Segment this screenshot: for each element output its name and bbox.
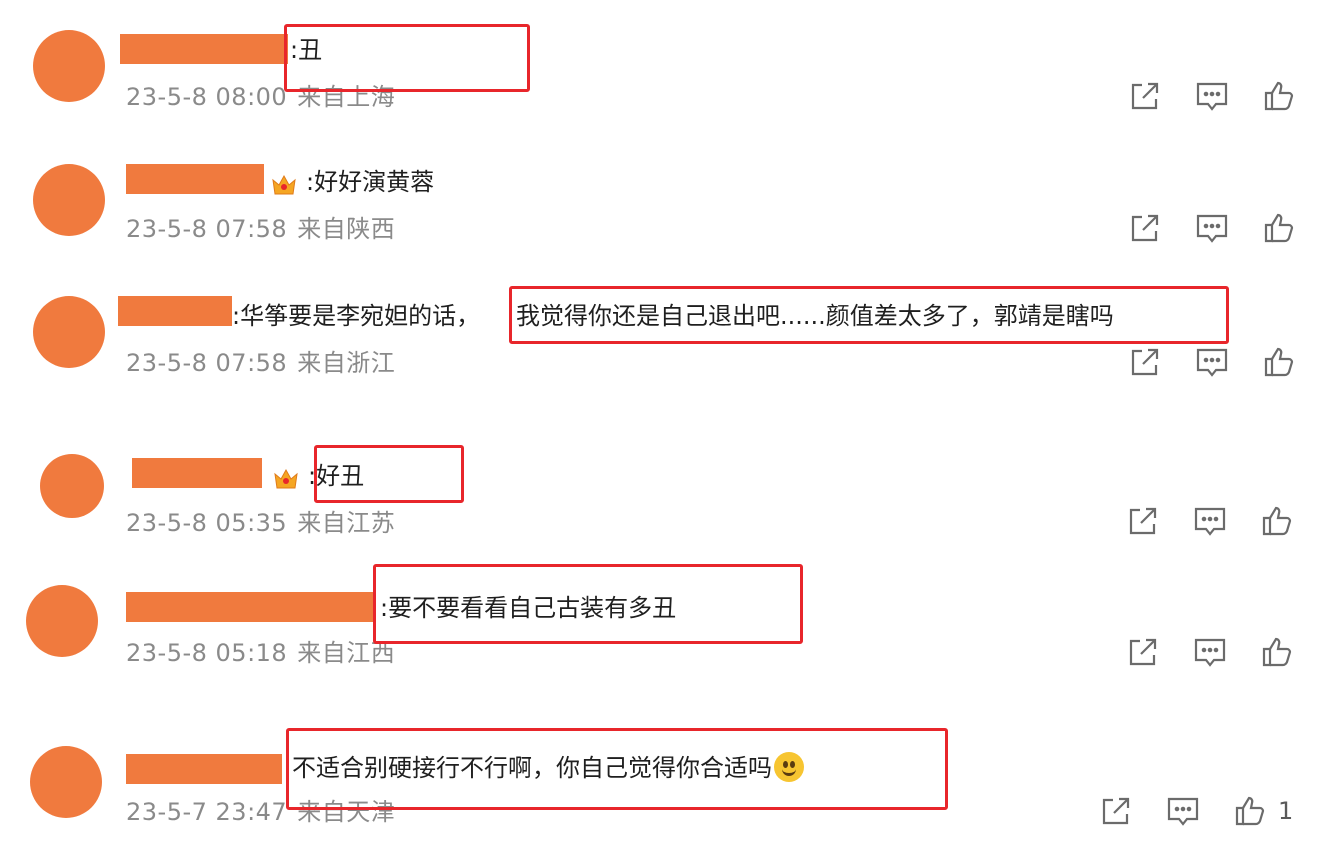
share-icon xyxy=(1131,214,1159,242)
comment-text: :好好演黄蓉 xyxy=(306,168,435,196)
thumbs-up-icon xyxy=(1262,637,1292,667)
comment-item: :要不要看看自己古装有多丑 23-5-8 05:18 来自江西 xyxy=(0,550,1332,700)
comment-time: 23-5-8 05:18 xyxy=(126,639,288,667)
comment-text: 不适合别硬接行不行啊，你自己觉得你合适吗 xyxy=(292,752,804,784)
reply-button[interactable] xyxy=(1166,794,1200,828)
avatar[interactable] xyxy=(33,296,105,368)
like-button[interactable] xyxy=(1233,794,1267,828)
comment-location: 来自上海 xyxy=(297,83,396,111)
comment-time: 23-5-8 05:35 xyxy=(126,509,288,537)
like-button[interactable] xyxy=(1260,504,1294,538)
username-redacted[interactable] xyxy=(118,296,232,326)
share-icon xyxy=(1131,82,1159,110)
share-button[interactable] xyxy=(1128,79,1162,113)
avatar[interactable] xyxy=(33,30,105,102)
comment-time: 23-5-8 07:58 xyxy=(126,215,288,243)
smile-emoji-icon xyxy=(774,752,804,782)
username-redacted[interactable] xyxy=(126,754,282,784)
comment-icon xyxy=(1167,797,1199,826)
crown-badge-icon xyxy=(274,468,298,489)
thumbs-up-icon xyxy=(1264,81,1294,111)
like-button[interactable] xyxy=(1262,345,1296,379)
comment-text: :要不要看看自己古装有多丑 xyxy=(380,594,677,622)
comment-meta: 23-5-8 07:58 来自浙江 xyxy=(126,348,395,378)
username-redacted[interactable] xyxy=(126,164,264,194)
share-button[interactable] xyxy=(1128,345,1162,379)
share-icon xyxy=(1129,507,1157,535)
reply-button[interactable] xyxy=(1195,79,1229,113)
comment-icon xyxy=(1194,507,1226,536)
thumbs-up-icon xyxy=(1264,347,1294,377)
like-count: 1 xyxy=(1278,797,1294,825)
comment-icon xyxy=(1194,638,1226,667)
comment-meta: 23-5-8 05:18 来自江西 xyxy=(126,638,395,668)
comment-location: 来自江苏 xyxy=(297,509,396,537)
thumbs-up-icon xyxy=(1262,506,1292,536)
username-redacted[interactable] xyxy=(120,34,288,64)
reply-button[interactable] xyxy=(1195,345,1229,379)
avatar[interactable] xyxy=(40,454,104,518)
comment-meta: 23-5-8 05:35 来自江苏 xyxy=(126,508,395,538)
comment-time: 23-5-8 08:00 xyxy=(126,83,288,111)
avatar[interactable] xyxy=(30,746,102,818)
avatar[interactable] xyxy=(26,585,98,657)
comment-location: 来自浙江 xyxy=(297,349,396,377)
thumbs-up-icon xyxy=(1235,796,1265,826)
comment-item: :丑 23-5-8 08:00 来自上海 xyxy=(0,0,1332,130)
comment-time: 23-5-7 23:47 xyxy=(126,798,288,826)
avatar[interactable] xyxy=(33,164,105,236)
comment-item: :好丑 23-5-8 05:35 来自江苏 xyxy=(0,410,1332,550)
share-button[interactable] xyxy=(1126,504,1160,538)
comment-time: 23-5-8 07:58 xyxy=(126,349,288,377)
thumbs-up-icon xyxy=(1264,213,1294,243)
comment-text-body: 不适合别硬接行不行啊，你自己觉得你合适吗 xyxy=(292,754,772,782)
reply-button[interactable] xyxy=(1193,504,1227,538)
username-redacted[interactable] xyxy=(126,592,376,622)
like-button[interactable] xyxy=(1262,211,1296,245)
crown-badge-icon xyxy=(272,174,296,195)
comment-icon xyxy=(1196,82,1228,111)
share-icon xyxy=(1102,797,1130,825)
comment-meta: 23-5-8 07:58 来自陕西 xyxy=(126,214,395,244)
username-redacted[interactable] xyxy=(132,458,262,488)
comment-text: :丑 xyxy=(290,36,323,64)
comment-item: :好好演黄蓉 23-5-8 07:58 来自陕西 xyxy=(0,130,1332,260)
share-button[interactable] xyxy=(1099,794,1133,828)
share-icon xyxy=(1129,638,1157,666)
share-button[interactable] xyxy=(1128,211,1162,245)
comment-text: 我觉得你还是自己退出吧......颜值差太多了，郭靖是瞎吗 xyxy=(516,302,1114,330)
comment-location: 来自天津 xyxy=(297,798,396,826)
share-button[interactable] xyxy=(1126,635,1160,669)
comment-text-prefix: :华筝要是李宛妲的话， xyxy=(232,302,481,330)
comment-icon xyxy=(1196,348,1228,377)
share-icon xyxy=(1131,348,1159,376)
comment-item: :华筝要是李宛妲的话， 我觉得你还是自己退出吧......颜值差太多了，郭靖是瞎… xyxy=(0,260,1332,410)
comment-text: :好丑 xyxy=(308,462,365,490)
comment-icon xyxy=(1196,214,1228,243)
comment-meta: 23-5-8 08:00 来自上海 xyxy=(126,82,395,112)
comment-item: 不适合别硬接行不行啊，你自己觉得你合适吗 23-5-7 23:47 来自天津 1 xyxy=(0,700,1332,864)
reply-button[interactable] xyxy=(1193,635,1227,669)
comment-location: 来自陕西 xyxy=(297,215,396,243)
reply-button[interactable] xyxy=(1195,211,1229,245)
comment-location: 来自江西 xyxy=(297,639,396,667)
like-button[interactable] xyxy=(1262,79,1296,113)
comment-meta: 23-5-7 23:47 来自天津 xyxy=(126,797,395,827)
like-button[interactable] xyxy=(1260,635,1294,669)
